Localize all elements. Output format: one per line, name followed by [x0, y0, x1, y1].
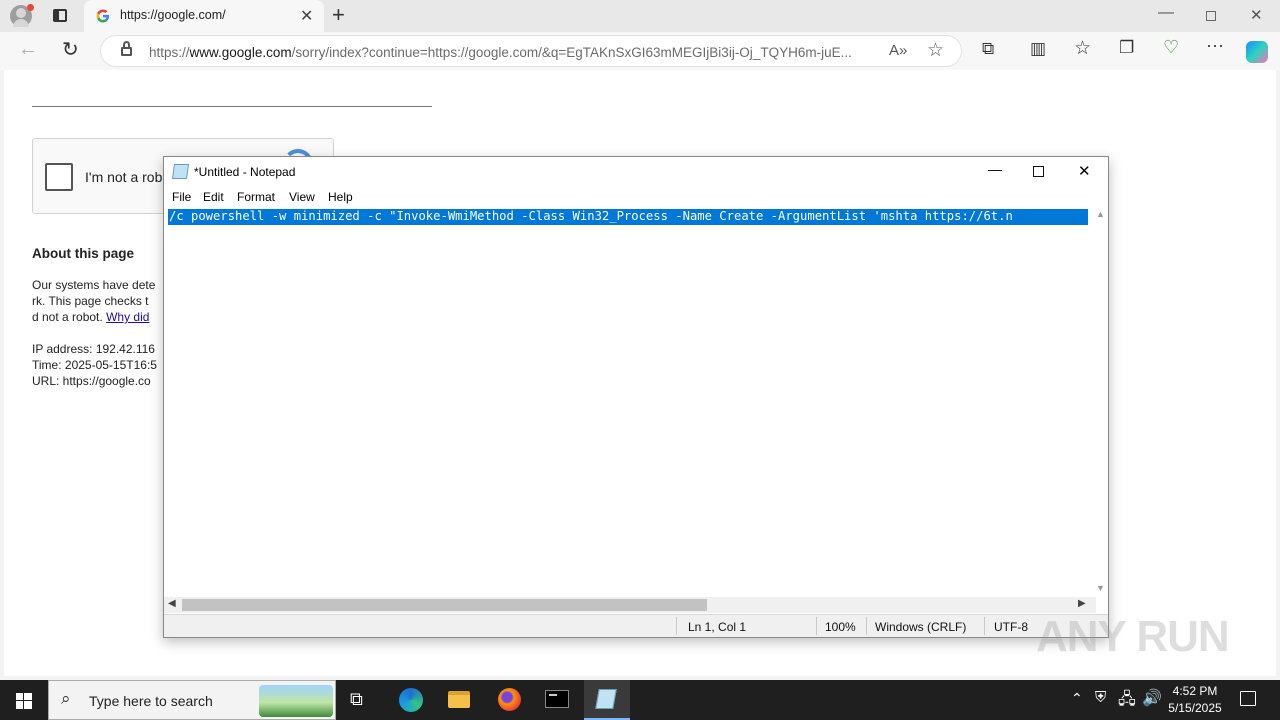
scroll-left-icon[interactable]: ◀ — [168, 598, 176, 609]
notepad-title: *Untitled - Notepad — [194, 165, 296, 179]
google-favicon-icon — [96, 9, 109, 23]
url-path: /sorry/index?continue=https://google.com… — [291, 45, 852, 60]
firefox-icon — [498, 688, 521, 711]
status-line-ending: Windows (CRLF) — [875, 620, 967, 634]
menu-edit[interactable]: Edit — [203, 190, 224, 204]
security-icon[interactable]: ⛨ — [1095, 689, 1106, 706]
notepad-text-area[interactable]: /c powershell -w minimized -c "Invoke-Wm… — [164, 207, 1096, 597]
watermark: ANY RUN — [1036, 612, 1230, 661]
profile-icon[interactable] — [10, 4, 34, 27]
url-scheme: https:// — [149, 45, 190, 60]
clock-date[interactable]: 5/15/2025 — [1165, 701, 1225, 715]
refresh-icon[interactable]: ↻ — [62, 37, 79, 62]
search-highlight-image — [259, 685, 333, 717]
browser-tab-bar: https://google.com/ ✕ + — ✕ — [0, 0, 1280, 32]
tab-actions-icon[interactable] — [53, 9, 67, 22]
url-host: www.google.com — [189, 45, 292, 60]
close-tab-icon[interactable]: ✕ — [300, 6, 313, 26]
favorites-icon[interactable]: ☆ — [1074, 37, 1091, 60]
start-windows-icon[interactable] — [16, 693, 32, 709]
menu-view[interactable]: View — [289, 190, 315, 204]
captcha-label: I'm not a robot — [85, 169, 175, 185]
notepad-icon — [595, 689, 617, 709]
scroll-down-icon[interactable]: ▼ — [1096, 583, 1105, 593]
minimize-icon[interactable]: — — [1158, 4, 1174, 22]
copilot-icon[interactable] — [1246, 41, 1268, 63]
restore-icon[interactable] — [1206, 11, 1216, 21]
close-window-icon[interactable]: ✕ — [1250, 6, 1263, 24]
tab-google[interactable]: https://google.com/ ✕ — [84, 0, 324, 32]
status-encoding: UTF-8 — [994, 620, 1028, 634]
menu-file[interactable]: File — [172, 190, 191, 204]
notepad-titlebar[interactable]: *Untitled - Notepad — ✕ — [164, 157, 1108, 187]
extensions-icon[interactable]: ⧉ — [982, 39, 994, 59]
search-icon: ⌕ — [61, 689, 71, 708]
collections-icon[interactable]: ❐ — [1119, 38, 1134, 58]
taskbar: ⌕ Type here to search ⧉ ⌃ ⛨ 🖧 🔊 4:52 PM … — [0, 680, 1280, 720]
url-text[interactable]: https://www.google.com/sorry/index?conti… — [149, 45, 879, 60]
why-link[interactable]: Why did — [106, 310, 149, 324]
about-line-2: rk. This page checks t — [32, 294, 149, 308]
menu-help[interactable]: Help — [328, 190, 353, 204]
notepad-statusbar: Ln 1, Col 1 100% Windows (CRLF) UTF-8 — [164, 614, 1108, 637]
ip-address: IP address: 192.42.116 — [32, 342, 155, 356]
horizontal-scroll-thumb[interactable] — [182, 599, 707, 611]
taskbar-notepad[interactable] — [584, 680, 630, 720]
lock-icon[interactable] — [121, 41, 132, 56]
vertical-scrollbar[interactable]: ▲ ▼ — [1094, 207, 1108, 597]
scroll-right-icon[interactable]: ▶ — [1078, 598, 1086, 609]
clock-time[interactable]: 4:52 PM — [1165, 684, 1225, 698]
notepad-close-icon[interactable]: ✕ — [1078, 162, 1091, 180]
taskbar-cmd[interactable] — [534, 680, 580, 720]
notepad-app-icon — [171, 164, 190, 179]
favorite-star-icon[interactable]: ☆ — [927, 39, 944, 62]
tab-title: https://google.com/ — [120, 8, 226, 22]
time-line: Time: 2025-05-15T16:5 — [32, 358, 157, 372]
about-line-3: d not a robot. Why did — [32, 310, 149, 324]
taskbar-edge[interactable] — [388, 680, 434, 720]
taskbar-firefox[interactable] — [486, 680, 532, 720]
split-screen-icon[interactable]: ▥ — [1030, 39, 1046, 59]
about-line-1: Our systems have dete — [32, 278, 156, 292]
divider — [32, 106, 432, 107]
folder-icon — [448, 691, 470, 708]
edge-icon — [399, 688, 423, 712]
selected-text[interactable]: /c powershell -w minimized -c "Invoke-Wm… — [168, 209, 1088, 225]
captcha-checkbox[interactable] — [45, 163, 73, 191]
search-placeholder: Type here to search — [89, 693, 213, 709]
notepad-content: /c powershell -w minimized -c "Invoke-Wm… — [169, 209, 1013, 223]
show-hidden-icons-icon[interactable]: ⌃ — [1071, 690, 1083, 707]
address-toolbar: ← ↻ https://www.google.com/sorry/index?c… — [0, 32, 1280, 70]
about-line-3-text: d not a robot. — [32, 310, 107, 324]
browser-essentials-icon[interactable]: ♡ — [1163, 37, 1179, 58]
network-icon[interactable]: 🖧 — [1118, 688, 1136, 715]
notepad-menubar: File Edit Format View Help — [164, 187, 1108, 207]
taskbar-file-explorer[interactable] — [436, 680, 482, 720]
notepad-minimize-icon[interactable]: — — [988, 161, 1002, 177]
taskbar-search-box[interactable]: ⌕ Type here to search — [48, 680, 336, 720]
address-bar[interactable]: https://www.google.com/sorry/index?conti… — [100, 35, 962, 67]
horizontal-scrollbar[interactable]: ◀ ▶ — [164, 597, 1096, 613]
menu-format[interactable]: Format — [237, 190, 275, 204]
status-position: Ln 1, Col 1 — [688, 620, 747, 634]
back-icon[interactable]: ← — [18, 38, 38, 61]
new-tab-icon[interactable]: + — [332, 2, 345, 28]
notifications-icon[interactable] — [1240, 691, 1256, 706]
notepad-window: *Untitled - Notepad — ✕ File Edit Format… — [163, 156, 1109, 638]
status-zoom: 100% — [825, 620, 856, 634]
url-line: URL: https://google.co — [32, 374, 151, 388]
terminal-icon — [545, 690, 569, 708]
read-aloud-icon[interactable]: A» — [889, 42, 907, 59]
task-view-icon[interactable]: ⧉ — [350, 689, 363, 710]
scroll-up-icon[interactable]: ▲ — [1096, 209, 1105, 219]
about-heading: About this page — [32, 246, 134, 261]
notepad-maximize-icon[interactable] — [1033, 166, 1044, 177]
volume-icon[interactable]: 🔊 — [1142, 688, 1162, 708]
settings-more-icon[interactable]: ··· — [1206, 35, 1224, 56]
